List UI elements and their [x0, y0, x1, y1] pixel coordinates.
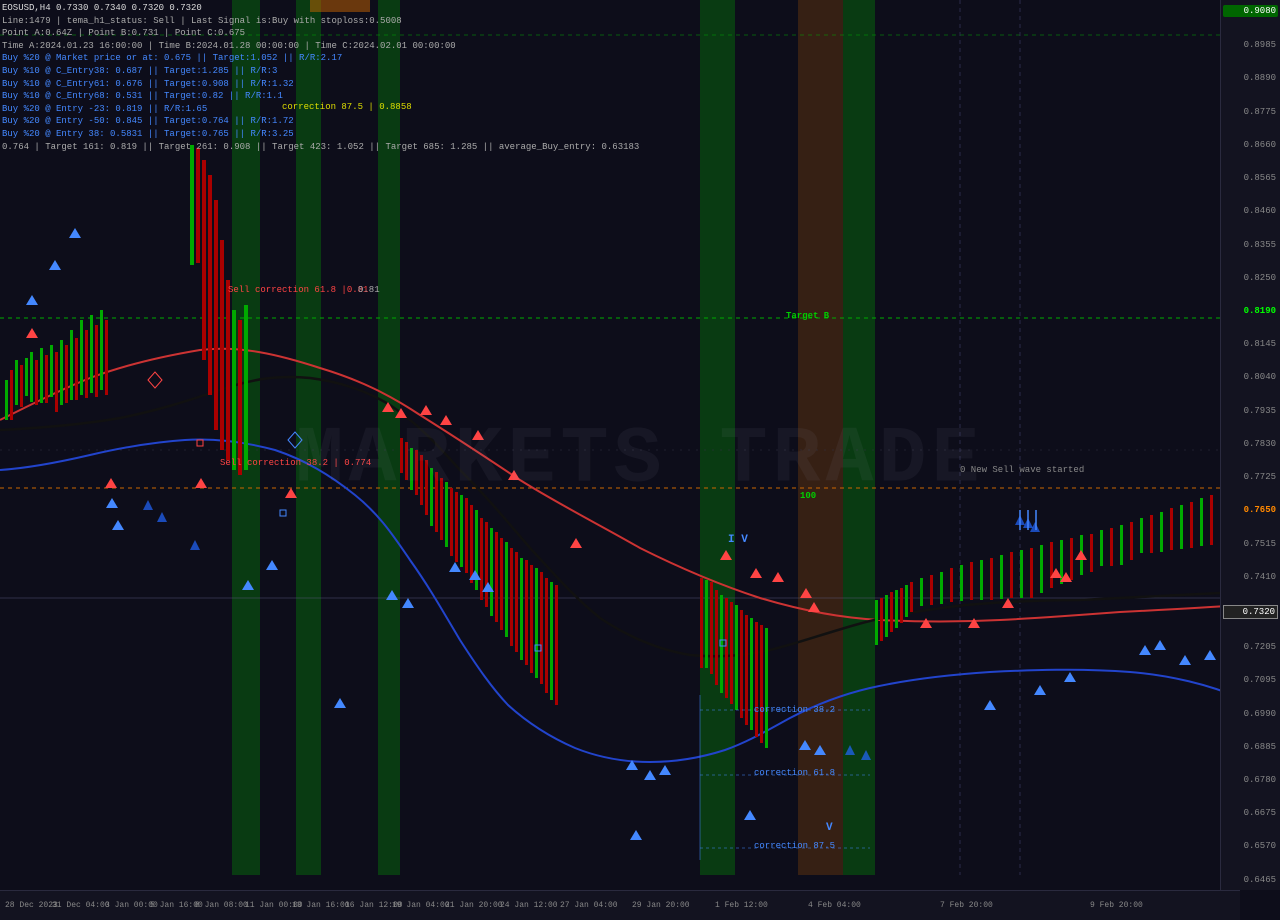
buy-e38-line: Buy %20 @ Entry 38: 0.5831 || Target:0.7… [2, 128, 639, 141]
time-label-1: 31 Dec 04:00 [52, 901, 110, 910]
price-7515: 0.7515 [1223, 539, 1278, 549]
time-label-0: 28 Dec 2023 [5, 901, 58, 910]
diamond-2 [148, 372, 162, 388]
price-8040: 0.8040 [1223, 372, 1278, 382]
label-corr618: correction 61.8 [754, 768, 835, 778]
price-8985: 0.8985 [1223, 40, 1278, 50]
price-6780: 0.6780 [1223, 775, 1278, 785]
price-8660: 0.8660 [1223, 140, 1278, 150]
candles-mid [400, 438, 558, 705]
buy-market-line: Buy %20 @ Market price or at: 0.675 || T… [2, 52, 639, 65]
price-6675: 0.6675 [1223, 808, 1278, 818]
time-label-10: 24 Jan 12:00 [500, 901, 558, 910]
down-arrows-red [26, 328, 1087, 628]
price-8190: 0.8190 [1223, 306, 1278, 316]
price-7095: 0.7095 [1223, 675, 1278, 685]
label-target-b: Target B [786, 311, 830, 321]
chart-title: EOSUSD,H4 0.7330 0.7340 0.7320 0.7320 [2, 2, 639, 15]
label-v: V [826, 822, 833, 834]
price-axis: 0.9080 0.8985 0.8890 0.8775 0.8660 0.856… [1220, 0, 1280, 890]
time-label-4: 8 Jan 08:00 [195, 901, 248, 910]
green-zone-5 [843, 0, 875, 875]
price-8250: 0.8250 [1223, 273, 1278, 283]
price-7935: 0.7935 [1223, 406, 1278, 416]
price-8565: 0.8565 [1223, 173, 1278, 183]
time-label-15: 7 Feb 20:00 [940, 901, 993, 910]
price-8890: 0.8890 [1223, 73, 1278, 83]
price-6885: 0.6885 [1223, 742, 1278, 752]
price-current: 0.7320 [1223, 605, 1278, 619]
target-line: 0.764 | Target 161: 0.819 || Target 261:… [2, 141, 639, 154]
price-6465: 0.6465 [1223, 875, 1278, 885]
ma-black [0, 377, 1240, 656]
label-081: 0.81 [358, 285, 380, 295]
time-label-12: 29 Jan 20:00 [632, 901, 690, 910]
buy-c61-line: Buy %10 @ C_Entry61: 0.676 || Target:0.9… [2, 78, 639, 91]
time-label-9: 21 Jan 20:00 [445, 901, 503, 910]
sq-1 [197, 440, 203, 446]
point-line: Point A:0.64Z | Point B:0.731 | Point C:… [2, 27, 639, 40]
time-label-6: 13 Jan 16:00 [292, 901, 350, 910]
green-zone-4 [700, 0, 735, 875]
price-8460: 0.8460 [1223, 206, 1278, 216]
price-6990: 0.6990 [1223, 709, 1278, 719]
price-7650: 0.7650 [1223, 505, 1278, 515]
price-6570: 0.6570 [1223, 841, 1278, 851]
buy-c38-line: Buy %10 @ C_Entry38: 0.687 || Target:1.2… [2, 65, 639, 78]
signal-line: Line:1479 | tema_h1_status: Sell | Last … [2, 15, 639, 28]
label-sell-corr618: Sell correction 61.8 |0.81 [228, 285, 368, 295]
price-7830: 0.7830 [1223, 439, 1278, 449]
label-corr875: correction 87.5 [754, 841, 835, 851]
label-iv: I V [728, 534, 748, 546]
price-7410: 0.7410 [1223, 572, 1278, 582]
time-label-11: 27 Jan 04:00 [560, 901, 618, 910]
time-axis: 28 Dec 2023 31 Dec 04:00 3 Jan 00:00 5 J… [0, 890, 1240, 920]
label-sell-corr382: Sell correction 38.2 | 0.774 [220, 458, 371, 468]
price-7725: 0.7725 [1223, 472, 1278, 482]
buy-e50-line: Buy %20 @ Entry -50: 0.845 || Target:0.7… [2, 115, 639, 128]
candles-left [5, 310, 108, 420]
time-label-13: 1 Feb 12:00 [715, 901, 768, 910]
price-9080: 0.9080 [1223, 5, 1278, 17]
time-label-16: 9 Feb 20:00 [1090, 901, 1143, 910]
chart-container: MARKETS TRADE [0, 0, 1280, 920]
ma-red [0, 349, 1240, 622]
label-sell-wave: 0 New Sell wave started [960, 465, 1084, 475]
info-panel: EOSUSD,H4 0.7330 0.7340 0.7320 0.7320 Li… [2, 2, 639, 153]
price-8145: 0.8145 [1223, 339, 1278, 349]
price-8355: 0.8355 [1223, 240, 1278, 250]
price-7205: 0.7205 [1223, 642, 1278, 652]
buy-c68-line: Buy %10 @ C_Entry68: 0.531 || Target:0.8… [2, 90, 639, 103]
time-line: Time A:2024.01.23 16:00:00 | Time B:2024… [2, 40, 639, 53]
small-blue-markers [143, 500, 1040, 760]
sq-2 [280, 510, 286, 516]
time-label-8: 19 Jan 04:00 [392, 901, 450, 910]
time-label-14: 4 Feb 04:00 [808, 901, 861, 910]
price-8775: 0.8775 [1223, 107, 1278, 117]
label-100: 100 [800, 491, 816, 501]
buy-e23-line: Buy %20 @ Entry -23: 0.819 || R/R:1.65 [2, 103, 639, 116]
